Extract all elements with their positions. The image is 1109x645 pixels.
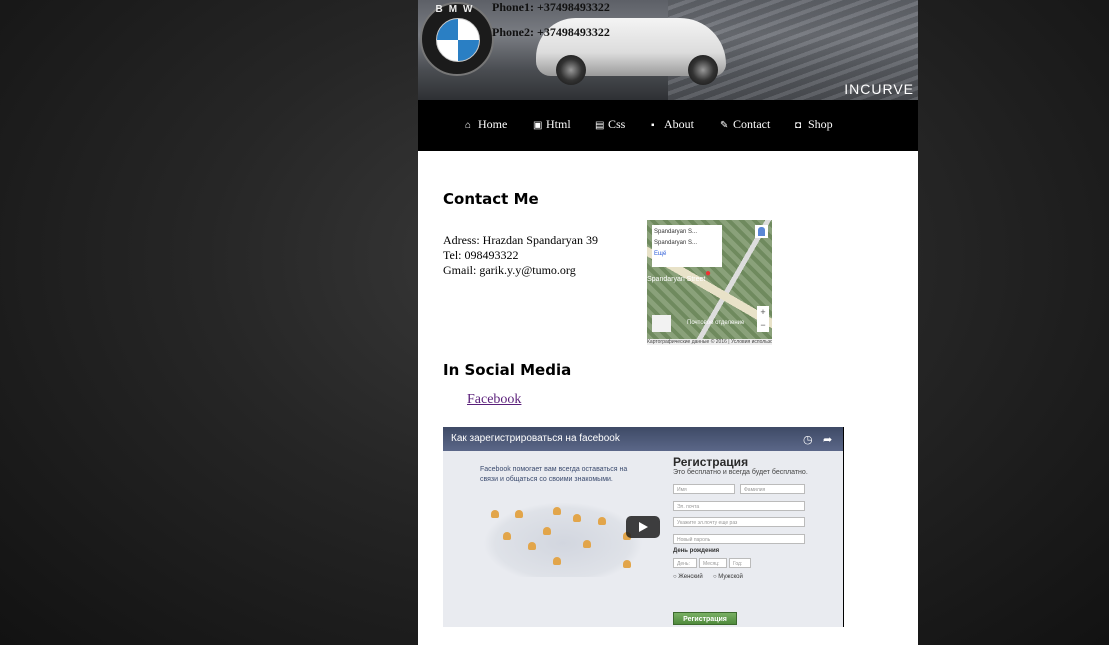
person-icon	[583, 540, 591, 548]
male-option: ○ Мужской	[713, 574, 743, 580]
month-select: Месяц:	[699, 558, 727, 568]
registration-title: Регистрация	[673, 455, 749, 469]
nav-css-label: Css	[608, 117, 626, 131]
css3-icon: ▤	[595, 120, 605, 131]
person-icon	[543, 527, 551, 535]
person-icon	[515, 510, 523, 518]
map-zoom-control[interactable]: + −	[757, 306, 769, 332]
html5-icon: ▣	[533, 120, 543, 131]
embedded-map[interactable]: Spandaryan S... Spandaryan S... Ещё ● Sp…	[647, 220, 772, 345]
phone1-text: Phone1: +37498493322	[492, 0, 610, 14]
nav-css[interactable]: ▤ Css	[595, 117, 625, 132]
main-nav: ⌂ Home ▣ Html ▤ Css ▪ About ✎ Contact ◘ Shop	[418, 100, 918, 151]
contact-gmail: Gmail: garik.y.y@tumo.org	[443, 263, 576, 277]
bmw-roundel-icon	[436, 18, 480, 62]
map-popup-more-link[interactable]: Ещё	[654, 249, 720, 260]
nav-html[interactable]: ▣ Html	[533, 117, 571, 132]
birthday-label: День рождения	[673, 548, 720, 554]
map-street-label: Spandaryan Street	[647, 276, 706, 283]
contact-tel: Tel: 098493322	[443, 248, 519, 262]
banner-brand-watermark: INCURVE	[844, 81, 914, 97]
bmw-logo: BMW	[420, 2, 494, 76]
video-title[interactable]: Как зарегистрироваться на facebook	[451, 433, 620, 444]
nav-shop[interactable]: ◘ Shop	[795, 117, 833, 132]
world-map-graphic	[483, 502, 643, 577]
person-icon	[503, 532, 511, 540]
person-icon	[553, 557, 561, 565]
nav-about[interactable]: ▪ About	[651, 117, 694, 132]
first-name-field: Имя	[673, 484, 735, 494]
nav-about-label: About	[664, 117, 694, 131]
contact-heading: Contact Me	[443, 190, 539, 208]
contact-address: Adress: Hrazdan Spandaryan 39	[443, 233, 598, 247]
map-street-view-icon[interactable]	[652, 315, 671, 332]
person-icon	[491, 510, 499, 518]
video-blurb-text: Facebook помогает вам всегда оставаться …	[480, 466, 628, 483]
car-rear-wheel	[688, 55, 718, 85]
email-repeat-field: Укажите эл.почту еще раз	[673, 517, 805, 527]
person-icon	[598, 517, 606, 525]
person-icon	[623, 560, 631, 568]
map-profile-icon[interactable]	[755, 225, 768, 238]
logo-text: BMW	[435, 4, 479, 15]
map-attribution[interactable]: Картографические данные © 2016 | Условия…	[647, 339, 772, 345]
map-popup-origin: Spandaryan S...	[654, 229, 698, 235]
map-info-popup: Spandaryan S... Spandaryan S... Ещё	[652, 225, 722, 267]
play-icon[interactable]	[626, 516, 660, 538]
password-field: Новый пароль	[673, 534, 805, 544]
page-container: BMW Phone1: +37498493322 Phone2: +374984…	[418, 0, 918, 645]
nav-html-label: Html	[546, 117, 571, 131]
contact-card-icon: ▪	[651, 120, 655, 131]
social-heading: In Social Media	[443, 361, 572, 379]
nav-home-label: Home	[478, 117, 508, 131]
facebook-link[interactable]: Facebook	[467, 392, 521, 408]
share-icon[interactable]: ➦	[823, 433, 832, 446]
last-name-field: Фамилия	[740, 484, 805, 494]
wrench-icon: ✎	[720, 120, 729, 131]
nav-contact[interactable]: ✎ Contact	[720, 117, 770, 132]
nav-home[interactable]: ⌂ Home	[465, 117, 507, 132]
phone2-text: Phone2: +37498493322	[492, 25, 610, 39]
person-icon	[573, 514, 581, 522]
contact-details: Adress: Hrazdan Spandaryan 39 Tel: 09849…	[443, 233, 598, 278]
female-option: ○ Женский	[673, 574, 703, 580]
person-icon	[553, 507, 561, 515]
header-banner: BMW Phone1: +37498493322 Phone2: +374984…	[418, 0, 918, 100]
map-popup-destination: Spandaryan S...	[654, 240, 698, 246]
day-select: День:	[673, 558, 697, 568]
registration-subtitle: Это бесплатно и всегда будет бесплатно.	[673, 469, 808, 476]
home-icon: ⌂	[465, 120, 472, 131]
year-select: Год:	[729, 558, 751, 568]
shopping-bag-icon: ◘	[795, 120, 802, 131]
male-label: Мужской	[718, 574, 743, 580]
register-button: Регистрация	[673, 612, 737, 625]
map-poi-label: Почтовое отделение	[687, 320, 745, 326]
female-label: Женский	[678, 574, 703, 580]
email-field: Эл. почта	[673, 501, 805, 511]
watch-later-icon[interactable]: ◷	[803, 433, 813, 446]
person-icon	[528, 542, 536, 550]
nav-shop-label: Shop	[808, 117, 833, 131]
embedded-video[interactable]: Как зарегистрироваться на facebook ◷ ➦ F…	[443, 427, 844, 627]
car-front-wheel	[556, 55, 586, 85]
nav-contact-label: Contact	[733, 117, 771, 131]
